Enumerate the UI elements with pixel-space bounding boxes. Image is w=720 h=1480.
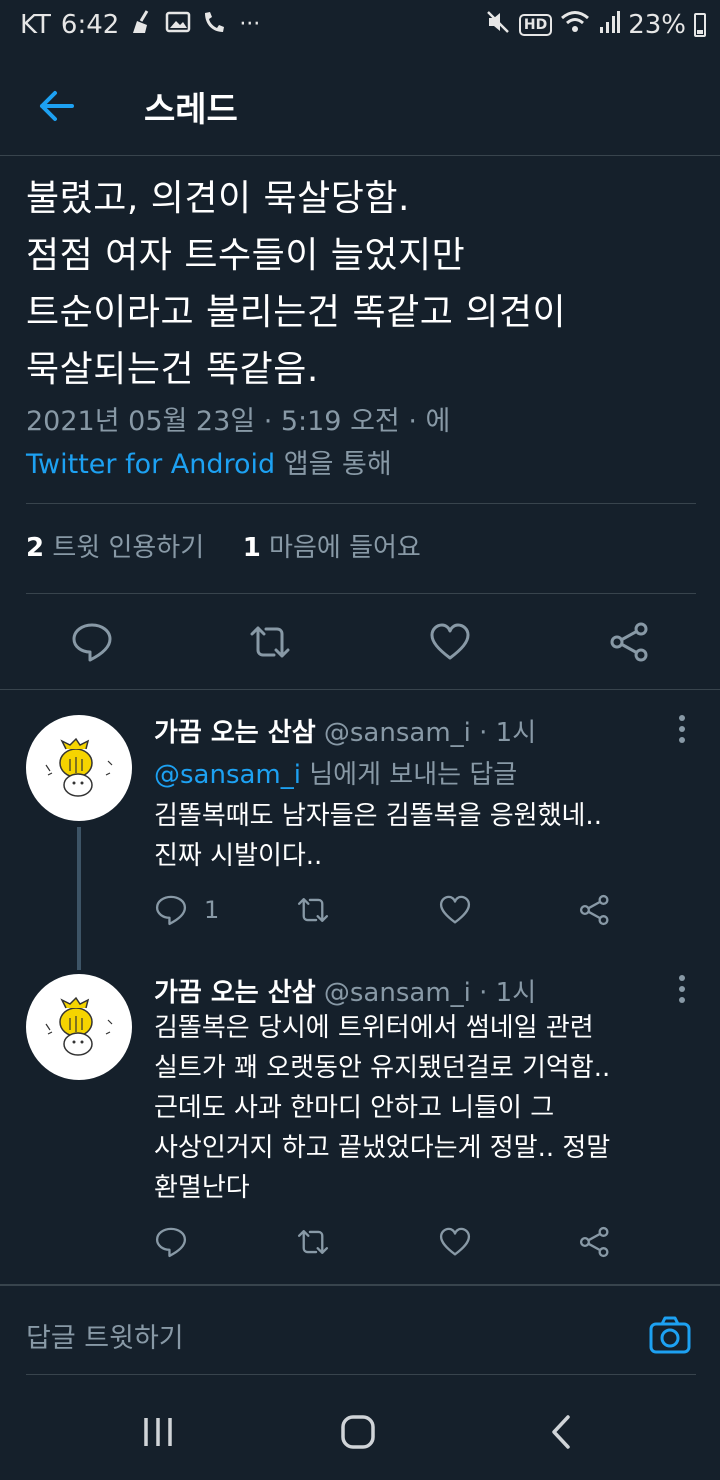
- like-stat[interactable]: 1 마음에 들어요: [243, 533, 421, 563]
- display-name[interactable]: 가끔 오는 산삼: [154, 718, 316, 748]
- reply-action-row: 1: [154, 892, 634, 932]
- reply-icon[interactable]: [70, 620, 114, 664]
- call-app-icon: [201, 9, 229, 40]
- reply-text: 김똘복은 당시에 트위터에서 썸네일 관련 실트가 꽤 오랫동안 유지됐던걸로 …: [154, 1013, 611, 1203]
- divider: [26, 1374, 696, 1375]
- thread-line: [77, 827, 81, 970]
- reply-compose-bar: 답글 트윗하기: [0, 1284, 720, 1380]
- like-label: 마음에 들어요: [260, 533, 421, 563]
- quote-label: 트윗 인용하기: [44, 533, 205, 563]
- wifi-icon: [560, 9, 590, 40]
- carrier-label: KT: [20, 9, 51, 40]
- retweet-icon[interactable]: [296, 1224, 330, 1260]
- home-icon[interactable]: [338, 1412, 378, 1452]
- reply-icon[interactable]: [154, 1224, 188, 1260]
- page-title: 스레드: [144, 90, 238, 130]
- system-nav-bar: [0, 1380, 720, 1480]
- handle[interactable]: @sansam_i: [316, 718, 471, 748]
- like-icon[interactable]: [438, 892, 472, 928]
- overflow-dots: ···: [239, 11, 261, 37]
- avatar[interactable]: [26, 715, 132, 821]
- recent-apps-icon[interactable]: [138, 1412, 178, 1452]
- display-name[interactable]: 가끔 오는 산삼: [154, 978, 316, 1008]
- broom-icon: [129, 9, 155, 40]
- hd-badge: HD: [518, 13, 553, 36]
- signal-icon: [598, 9, 621, 40]
- quote-stat[interactable]: 2 트윗 인용하기: [26, 533, 204, 563]
- retweet-icon[interactable]: [248, 620, 292, 664]
- back-arrow-icon[interactable]: [36, 86, 76, 126]
- like-icon[interactable]: [428, 620, 472, 664]
- replying-to: @sansam_i 님에게 보내는 답글: [154, 754, 517, 791]
- share-icon[interactable]: [578, 892, 612, 928]
- handle[interactable]: @sansam_i: [316, 978, 471, 1008]
- app-header: 스레드: [0, 56, 720, 156]
- camera-icon[interactable]: [648, 1314, 692, 1358]
- battery-percent: 23%: [628, 9, 686, 40]
- timestamp: · 1시: [470, 978, 537, 1008]
- tweet-stats: 2 트윗 인용하기 1 마음에 들어요: [26, 527, 421, 564]
- image-icon: [165, 9, 191, 40]
- reply-action-row: [154, 1224, 634, 1264]
- tweet-text: 불렸고, 의견이 묵살당함. 점점 여자 트수들이 늘었지만 트순이라고 불리는…: [26, 178, 567, 390]
- reply-action[interactable]: 1: [154, 892, 219, 928]
- quote-count: 2: [26, 533, 45, 563]
- status-bar: KT 6:42 ··· HD 23%: [0, 0, 720, 50]
- tweet-timestamp: 2021년 05월 23일 · 5:19 오전 · 에: [26, 406, 451, 437]
- reply-header: 가끔 오는 산삼 @sansam_i · 1시: [154, 712, 536, 749]
- reply-header: 가끔 오는 산삼 @sansam_i · 1시: [154, 972, 536, 1009]
- reply-icon: [155, 895, 187, 926]
- share-icon[interactable]: [608, 620, 652, 664]
- tweet-action-row: [0, 620, 720, 680]
- divider: [26, 593, 696, 594]
- reply-input[interactable]: 답글 트윗하기: [26, 1316, 184, 1355]
- reply-count: 1: [204, 896, 220, 924]
- tweet-source: Twitter for Android 앱을 통해: [26, 443, 706, 486]
- like-icon[interactable]: [438, 1224, 472, 1260]
- reply-text: 김똘복때도 남자들은 김똘복을 응원했네.. 진짜 시발이다..: [154, 801, 602, 871]
- more-options-icon[interactable]: [678, 974, 686, 1004]
- retweet-icon[interactable]: [296, 892, 330, 928]
- divider: [0, 689, 720, 690]
- source-link[interactable]: Twitter for Android: [26, 449, 275, 480]
- more-options-icon[interactable]: [678, 714, 686, 744]
- source-suffix: 앱을 통해: [275, 449, 392, 480]
- share-icon[interactable]: [578, 1224, 612, 1260]
- replying-to-suffix: 님에게 보내는 답글: [301, 760, 518, 790]
- clock: 6:42: [60, 9, 120, 40]
- like-count: 1: [242, 533, 261, 563]
- replying-to-handle[interactable]: @sansam_i: [154, 760, 301, 790]
- battery-icon: [694, 12, 706, 37]
- timestamp: · 1시: [470, 718, 537, 748]
- avatar[interactable]: [26, 974, 132, 1080]
- back-icon[interactable]: [542, 1412, 582, 1452]
- tweet-meta: 2021년 05월 23일 · 5:19 오전 · 에 Twitter for …: [26, 400, 706, 486]
- divider: [26, 503, 696, 504]
- mute-icon: [485, 9, 511, 40]
